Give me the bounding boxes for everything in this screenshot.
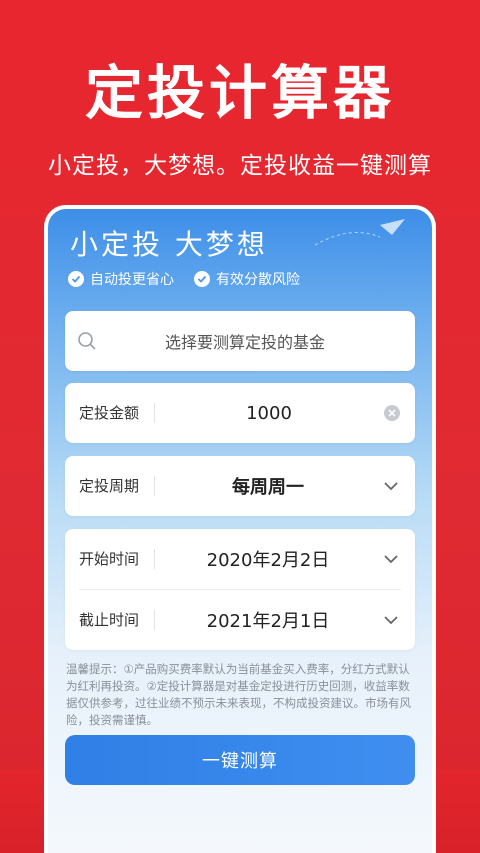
start-date-select[interactable]: 开始时间 2020年2月2日 <box>65 529 415 589</box>
clear-icon[interactable] <box>383 404 401 422</box>
page-title: 定投计算器 <box>84 59 395 127</box>
calculator-card-frame: 小定投 大梦想 自动投更省心 有效分散风险 选择要测算定投的基金 定投金额 10… <box>44 205 436 853</box>
check-icon <box>194 271 210 287</box>
start-date-value: 2020年2月2日 <box>206 550 330 571</box>
paper-plane-icon <box>314 219 405 246</box>
check-icon <box>68 271 84 287</box>
feature-label: 有效分散风险 <box>216 272 300 288</box>
chevron-down-icon[interactable] <box>381 549 401 569</box>
amount-field[interactable]: 定投金额 1000 <box>65 383 415 443</box>
end-date-select[interactable]: 截止时间 2021年2月1日 <box>65 590 415 650</box>
calculator-card: 小定投 大梦想 自动投更省心 有效分散风险 选择要测算定投的基金 定投金额 10… <box>48 209 432 853</box>
feature-label: 自动投更省心 <box>90 272 174 288</box>
search-icon <box>78 332 96 350</box>
date-range-panel: 开始时间 2020年2月2日 截止时间 2021年2月1日 <box>65 529 415 650</box>
period-select[interactable]: 定投周期 每周周一 <box>65 456 415 516</box>
search-placeholder: 选择要测算定投的基金 <box>164 333 325 352</box>
feature-item: 自动投更省心 <box>68 269 174 289</box>
amount-label: 定投金额 <box>79 403 155 423</box>
calculate-button[interactable]: 一键测算 <box>65 735 415 785</box>
end-date-value: 2021年2月1日 <box>206 611 330 632</box>
feature-list: 自动投更省心 有效分散风险 <box>68 269 300 289</box>
card-title: 小定投 大梦想 <box>70 228 268 261</box>
page-subtitle: 小定投，大梦想。定投收益一键测算 <box>48 153 432 179</box>
amount-value[interactable]: 1000 <box>155 403 383 424</box>
period-label: 定投周期 <box>79 476 155 496</box>
period-value: 每周周一 <box>232 477 304 498</box>
fund-search-input[interactable]: 选择要测算定投的基金 <box>65 311 415 371</box>
disclaimer-text: 温馨提示：①产品购买费率默认为当前基金买入费率，分红方式默认为红利再投资。②定投… <box>66 662 411 727</box>
chevron-down-icon[interactable] <box>381 610 401 630</box>
start-date-label: 开始时间 <box>79 549 155 569</box>
end-date-label: 截止时间 <box>79 610 155 630</box>
chevron-down-icon[interactable] <box>381 476 401 496</box>
feature-item: 有效分散风险 <box>194 269 300 289</box>
